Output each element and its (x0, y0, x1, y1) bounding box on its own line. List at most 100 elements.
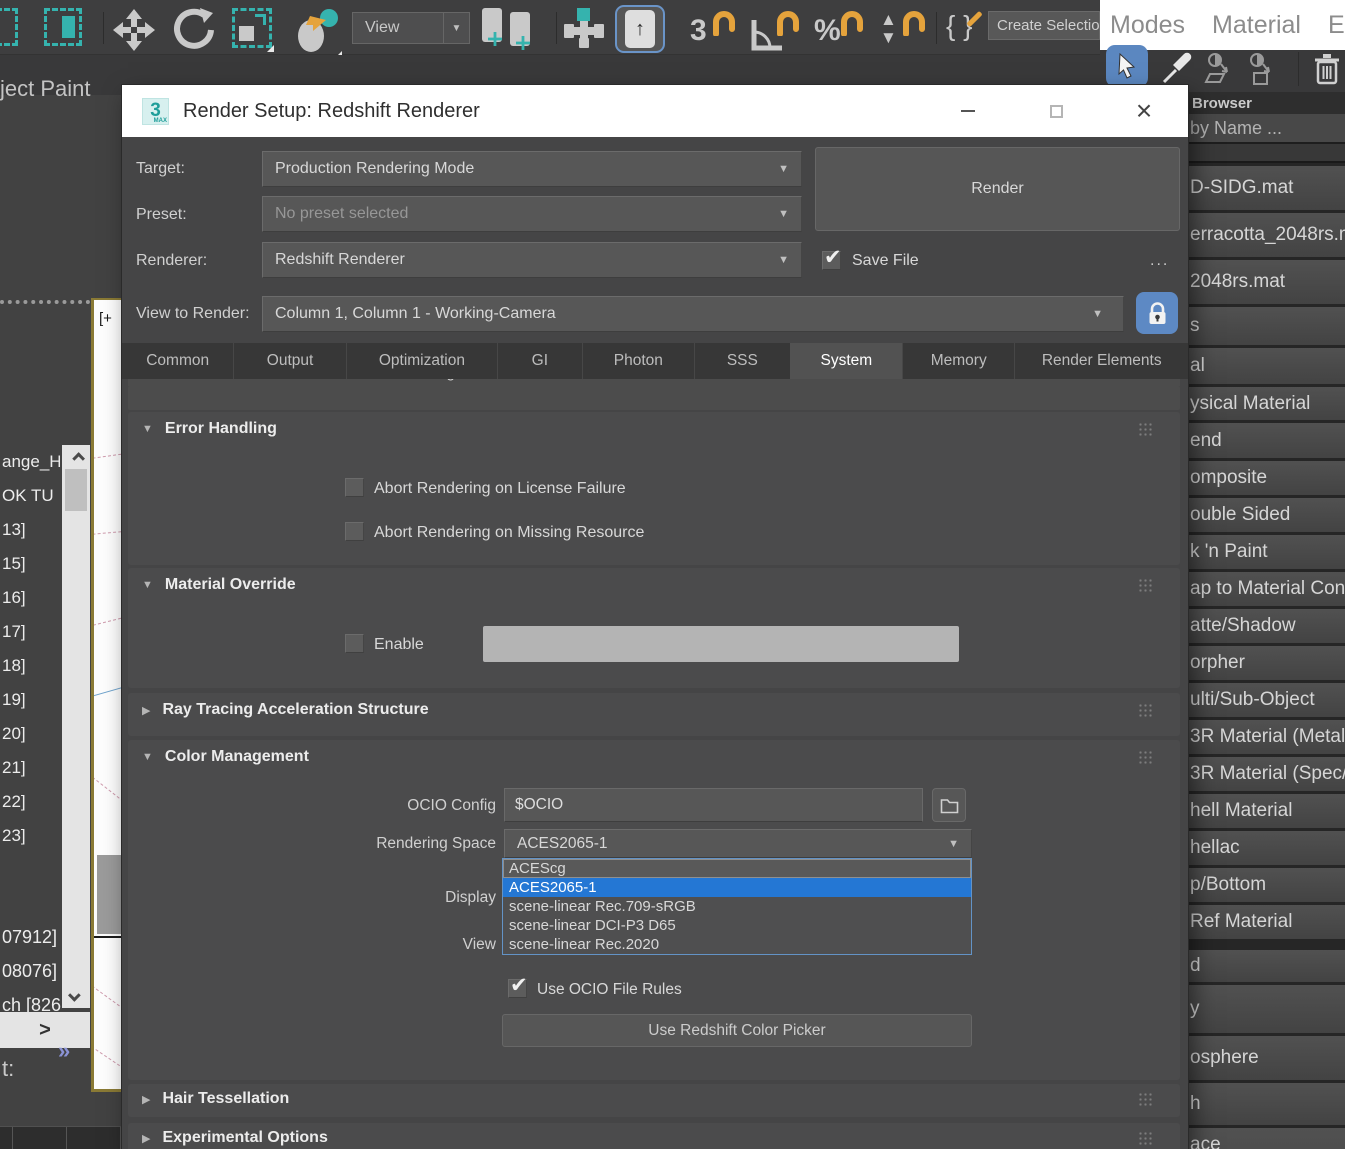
browser-list-item[interactable]: end (1188, 423, 1345, 458)
section-header[interactable]: ▶ Ray Tracing Acceleration Structure (128, 693, 1180, 719)
assign-material-to-object-icon[interactable] (1246, 52, 1280, 91)
dialog-tab[interactable]: Common (122, 343, 233, 379)
browser-list-item[interactable]: D-SIDG.mat (1188, 166, 1345, 210)
left-list-item[interactable]: 23] (2, 819, 60, 853)
browser-list-item[interactable]: y (1188, 985, 1345, 1033)
viewport-menu-label[interactable]: [+ (99, 310, 112, 327)
dropdown-option[interactable]: scene-linear Rec.2020 (503, 935, 971, 954)
section-grip-icon[interactable] (1138, 578, 1154, 593)
left-list-item[interactable]: 17] (2, 615, 60, 649)
select-region-icon[interactable] (0, 8, 18, 46)
section-grip-icon[interactable] (1138, 750, 1154, 765)
use-center-icon[interactable] (482, 8, 540, 54)
dialog-tab[interactable]: Optimization (345, 343, 497, 379)
browser-list-item[interactable]: 3R Material (Metal/Rou (1188, 720, 1345, 754)
use-pivot-point-button[interactable]: ↑ (615, 5, 665, 53)
browser-list-item[interactable]: ysical Material (1188, 387, 1345, 420)
left-list-item[interactable]: OK TU (2, 479, 60, 513)
track-bar[interactable] (0, 1126, 122, 1149)
minimize-button[interactable] (938, 85, 998, 137)
browser-list-item[interactable]: s (1188, 307, 1345, 345)
redshift-color-picker-button[interactable]: Use Redshift Color Picker (502, 1014, 972, 1047)
abort-license-checkbox[interactable] (345, 478, 364, 497)
scrollbar-thumb[interactable] (65, 469, 87, 511)
section-header[interactable]: ▼ Color Management (128, 740, 1180, 766)
browser-list-item[interactable]: hell Material (1188, 794, 1345, 828)
browser-list-item[interactable]: 3R Material (Spec/Glos (1188, 757, 1345, 791)
chevron-down-icon[interactable]: ▼ (443, 13, 469, 43)
select-tool-button[interactable] (1106, 45, 1148, 87)
search-by-name-input[interactable]: by Name ... (1188, 114, 1345, 144)
maximize-button[interactable] (1026, 85, 1086, 137)
browser-list-item[interactable]: 2048rs.mat (1188, 260, 1345, 304)
expand-panel-button[interactable]: > (0, 1012, 90, 1048)
object-paint-label[interactable]: ject Paint (0, 76, 91, 102)
spinner-snap-icon[interactable]: ▲ ▼ (876, 8, 932, 54)
dialog-tab[interactable]: Photon (581, 343, 694, 379)
browser-list-item[interactable]: ace (1188, 1128, 1345, 1149)
section-header[interactable]: ▶ Experimental Options (128, 1123, 1180, 1147)
browser-list-item[interactable]: Ref Material (1188, 905, 1345, 939)
expand-arrow-icon[interactable]: ▶ (142, 704, 150, 717)
expand-arrow-icon[interactable]: ▶ (142, 1132, 150, 1145)
browser-list-item[interactable]: omposite (1188, 461, 1345, 495)
close-button[interactable]: × (1114, 85, 1174, 137)
named-selection-sets-icon[interactable]: { } (946, 8, 990, 54)
save-file-browse-button[interactable]: ... (1150, 252, 1169, 270)
dialog-tab[interactable]: SSS (694, 343, 790, 379)
left-list-item[interactable]: 22] (2, 785, 60, 819)
left-list-item[interactable]: 18] (2, 649, 60, 683)
left-list-item[interactable]: 19] (2, 683, 60, 717)
dialog-tab[interactable]: Memory (902, 343, 1014, 379)
dialog-tab[interactable]: GI (497, 343, 582, 379)
left-list-item[interactable]: 13] (2, 513, 60, 547)
browser-list-item[interactable]: erracotta_2048rs.mat (1188, 213, 1345, 257)
expand-arrow-icon[interactable]: ▶ (142, 1093, 150, 1106)
browser-list-item[interactable]: p/Bottom (1188, 868, 1345, 902)
browser-list-item[interactable]: hellac (1188, 831, 1345, 865)
dropdown-option[interactable]: ACES2065-1 (503, 878, 971, 897)
scroll-up-icon[interactable] (62, 445, 90, 467)
dropdown-option[interactable]: scene-linear DCI-P3 D65 (503, 916, 971, 935)
material-override-slot-button[interactable] (483, 626, 959, 662)
left-list-item[interactable]: 20] (2, 717, 60, 751)
preset-dropdown[interactable]: No preset selected ▼ (262, 196, 802, 232)
left-list-item[interactable]: 07912] (2, 920, 90, 954)
section-grip-icon[interactable] (1138, 1131, 1154, 1146)
browser-list-item[interactable]: al (1188, 348, 1345, 384)
dropdown-option[interactable]: scene-linear Rec.709-sRGB (503, 897, 971, 916)
left-list-item[interactable]: ange_H (2, 445, 60, 479)
section-grip-icon[interactable] (1138, 1092, 1154, 1107)
browser-list-item[interactable]: orpher (1188, 646, 1345, 680)
delete-icon[interactable] (1314, 52, 1340, 91)
material-override-enable-checkbox[interactable] (345, 634, 364, 653)
create-selection-button[interactable]: Create Selectio (988, 11, 1100, 40)
section-header[interactable]: ▼ Error Handling (128, 412, 1180, 438)
section-header[interactable]: ▼ Material Override (128, 568, 1180, 594)
viewport[interactable]: [+ (91, 298, 122, 1092)
left-list-item[interactable]: 16] (2, 581, 60, 615)
select-place-tool-icon[interactable] (292, 8, 342, 58)
material-editor-menu-item[interactable]: Modes (1110, 11, 1185, 40)
browser-list-item[interactable]: ap to Material Convers (1188, 572, 1345, 606)
browser-list-item[interactable]: ouble Sided (1188, 498, 1345, 532)
ocio-browse-button[interactable] (932, 788, 966, 822)
browser-list-item[interactable]: atte/Shadow (1188, 609, 1345, 643)
select-region-lasso-icon[interactable] (44, 8, 82, 46)
browser-list-item[interactable]: d (1188, 950, 1345, 982)
section-grip-icon[interactable] (1138, 422, 1154, 437)
left-list-item[interactable]: 08076] (2, 954, 90, 988)
rendering-space-dropdown[interactable]: ACES2065-1 ▼ (504, 829, 972, 858)
save-file-checkbox[interactable] (822, 245, 842, 270)
double-chevron-icon[interactable]: » (58, 1038, 70, 1064)
collapse-arrow-icon[interactable]: ▼ (142, 751, 153, 763)
ocio-config-input[interactable]: $OCIO (504, 788, 923, 822)
reference-coordinate-dropdown[interactable]: View ▼ (352, 12, 470, 44)
assign-material-to-selection-icon[interactable] (1204, 52, 1238, 91)
browser-list-item[interactable]: osphere (1188, 1036, 1345, 1080)
browser-list-item[interactable]: ulti/Sub-Object (1188, 683, 1345, 717)
view-to-render-dropdown[interactable]: Column 1, Column 1 - Working-Camera ▼ (262, 296, 1124, 332)
collapse-arrow-icon[interactable]: ▼ (142, 579, 153, 591)
left-list-item[interactable]: 21] (2, 751, 60, 785)
material-editor-menu-item[interactable]: Material (1212, 11, 1301, 40)
